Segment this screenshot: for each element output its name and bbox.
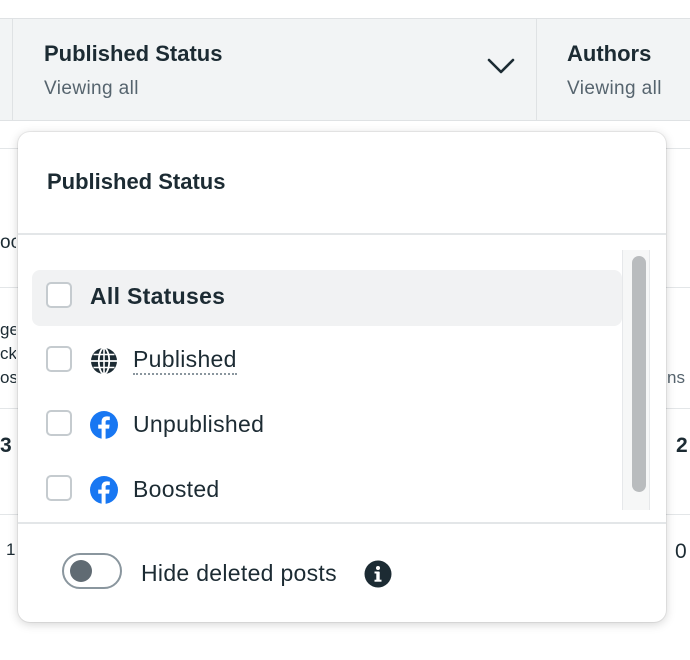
scrollbar-track[interactable] bbox=[622, 250, 650, 510]
option-label: Boosted bbox=[133, 476, 220, 502]
hide-deleted-posts-toggle[interactable] bbox=[62, 553, 122, 589]
authors-filter-title: Authors bbox=[567, 41, 652, 66]
published-status-filter[interactable]: Published Status Viewing all bbox=[12, 19, 537, 120]
info-icon[interactable] bbox=[364, 560, 392, 588]
table-cell-fragment: 1 bbox=[6, 540, 16, 559]
filter-bar: Published Status Viewing all Authors Vie… bbox=[0, 18, 690, 121]
page: Published Status Viewing all Authors Vie… bbox=[0, 0, 690, 660]
checkbox[interactable] bbox=[46, 346, 72, 372]
checkbox[interactable] bbox=[46, 475, 72, 501]
table-cell-fragment: os bbox=[0, 368, 16, 387]
option-label: Unpublished bbox=[133, 411, 265, 437]
toggle-label: Hide deleted posts bbox=[141, 560, 337, 586]
table-cell-fragment: 0 bbox=[675, 540, 687, 563]
chevron-down-icon[interactable] bbox=[487, 57, 515, 75]
dropdown-title: Published Status bbox=[47, 169, 226, 194]
globe-icon bbox=[91, 347, 117, 375]
authors-filter-subtitle: Viewing all bbox=[567, 78, 662, 99]
option-unpublished[interactable]: Unpublished bbox=[32, 398, 622, 454]
scrollbar-thumb[interactable] bbox=[632, 256, 646, 492]
divider bbox=[18, 233, 666, 235]
option-all-statuses[interactable]: All Statuses bbox=[32, 270, 622, 326]
table-cell-fragment: ns bbox=[667, 368, 685, 387]
option-published[interactable]: Published bbox=[32, 334, 622, 390]
table-cell-fragment: ck bbox=[0, 344, 16, 363]
option-label: Published bbox=[133, 346, 237, 375]
facebook-icon bbox=[90, 476, 118, 504]
facebook-icon bbox=[90, 411, 118, 439]
published-status-filter-subtitle: Viewing all bbox=[44, 78, 139, 99]
table-cell-fragment: 2 bbox=[676, 434, 688, 457]
table-cell-fragment: ge bbox=[0, 320, 16, 339]
checkbox[interactable] bbox=[46, 410, 72, 436]
divider bbox=[18, 522, 666, 524]
published-status-dropdown: Published Status All Statuses Published bbox=[18, 132, 666, 622]
option-label: All Statuses bbox=[90, 283, 226, 309]
option-boosted[interactable]: Boosted bbox=[32, 463, 622, 519]
published-status-filter-title: Published Status bbox=[44, 41, 223, 66]
toggle-knob bbox=[70, 560, 92, 582]
table-cell-fragment: 3 bbox=[0, 434, 12, 457]
table-cell-fragment: oc bbox=[0, 232, 16, 253]
authors-filter[interactable]: Authors Viewing all bbox=[536, 19, 690, 120]
checkbox[interactable] bbox=[46, 282, 72, 308]
